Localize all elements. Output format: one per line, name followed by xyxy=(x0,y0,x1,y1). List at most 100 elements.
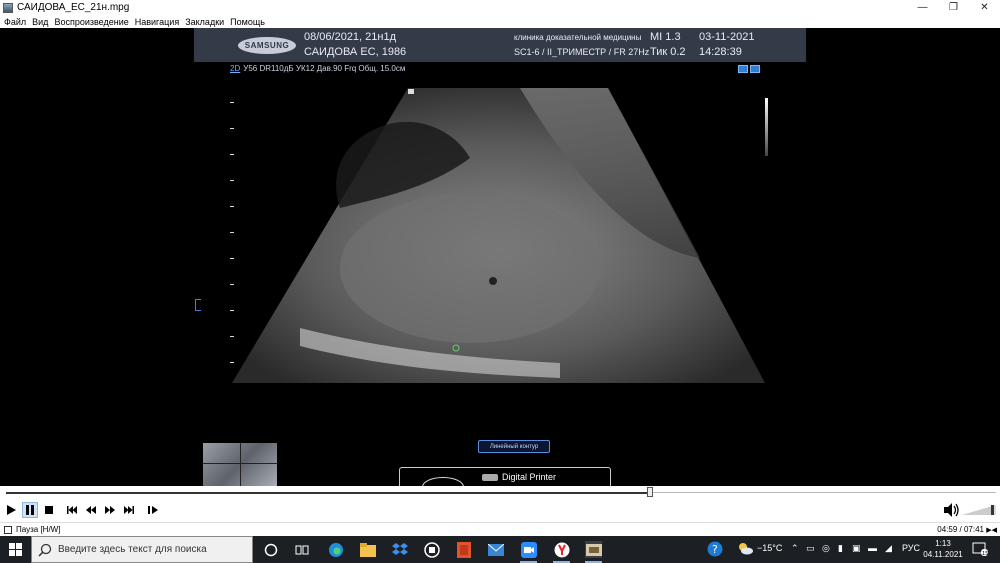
frame-step-icon xyxy=(148,506,158,514)
tray-icon-1[interactable]: ▭ xyxy=(806,543,815,554)
file-explorer-icon[interactable] xyxy=(359,541,376,558)
depth-scale xyxy=(230,102,236,372)
frame-step-button[interactable] xyxy=(145,502,161,518)
printer-label: Digital Printer xyxy=(502,472,557,482)
playback-controls xyxy=(0,498,1000,522)
tray-icon-2[interactable]: ◎ xyxy=(822,543,830,554)
skip-forward-icon xyxy=(124,506,134,514)
previous-button[interactable] xyxy=(64,502,80,518)
windows-taskbar: Введите здесь текст для поиска ? −15°C ⌃… xyxy=(0,536,1000,563)
video-frame[interactable]: SAMSUNG 08/06/2021, 21н1д САИДОВА ЕС, 19… xyxy=(0,28,1000,486)
status-bar: Пауза [H/W] 04:59 / 07:41 ▶◀ xyxy=(0,522,1000,536)
search-placeholder: Введите здесь текст для поиска xyxy=(58,544,207,555)
pause-button[interactable] xyxy=(22,502,38,518)
printer-panel: Digital Printer xyxy=(399,467,611,486)
stop-button[interactable] xyxy=(41,502,57,518)
rewind-button[interactable] xyxy=(83,502,99,518)
menu-view[interactable]: Вид xyxy=(32,17,48,27)
depth-tick xyxy=(230,180,234,181)
menu-file[interactable]: Файл xyxy=(4,17,26,27)
search-icon xyxy=(38,543,52,557)
close-button[interactable]: ✕ xyxy=(969,0,1000,15)
notification-center-icon[interactable]: 15 xyxy=(972,542,988,557)
fast-forward-icon xyxy=(105,506,115,514)
seek-played xyxy=(6,492,651,494)
thumbnail-image xyxy=(203,443,277,486)
windows-icon xyxy=(8,543,22,556)
depth-tick xyxy=(230,284,234,285)
printer-icon xyxy=(482,474,498,481)
tray-icon-3[interactable]: ▣ xyxy=(852,543,861,554)
printer-dial xyxy=(422,477,464,486)
depth-tick xyxy=(230,258,234,259)
minimize-button[interactable]: — xyxy=(907,0,938,15)
depth-tick xyxy=(230,336,234,337)
tray-chevron-icon[interactable]: ⌃ xyxy=(791,543,799,554)
speaker-icon xyxy=(944,503,959,517)
edge-icon[interactable] xyxy=(327,541,344,558)
menu-playback[interactable]: Воспроизведение xyxy=(54,17,128,27)
linear-contour-button: Линейный контур xyxy=(478,440,550,453)
maximize-button[interactable]: ❐ xyxy=(938,0,969,15)
app-circle-icon[interactable] xyxy=(423,541,440,558)
weather-icon[interactable] xyxy=(736,541,754,557)
depth-tick xyxy=(230,232,234,233)
rewind-icon xyxy=(86,506,96,514)
battery-icon[interactable]: ▬ xyxy=(868,543,877,553)
depth-tick xyxy=(230,362,234,363)
ultrasound-image xyxy=(232,88,765,383)
menu-help[interactable]: Помощь xyxy=(230,17,265,27)
taskbar-search[interactable]: Введите здесь текст для поиска xyxy=(31,536,253,563)
dropbox-icon[interactable] xyxy=(391,541,408,558)
depth-tick xyxy=(230,206,234,207)
task-view-icon[interactable] xyxy=(293,541,310,558)
start-button[interactable] xyxy=(0,536,30,563)
window-title: САИДОВА_ЕС_21н.mpg xyxy=(17,2,130,13)
menu-bar: Файл Вид Воспроизведение Навигация Закла… xyxy=(0,15,1000,28)
menu-navigation[interactable]: Навигация xyxy=(135,17,179,27)
depth-tick xyxy=(230,310,234,311)
play-button[interactable] xyxy=(3,502,19,518)
volume-slider[interactable] xyxy=(962,504,996,516)
media-player-window: САИДОВА_ЕС_21н.mpg — ❐ ✕ Файл Вид Воспро… xyxy=(0,0,1000,563)
network-icon[interactable]: ◢ xyxy=(885,543,892,554)
clock-time: 1:13 xyxy=(935,539,951,548)
zoom-icon[interactable] xyxy=(520,541,537,563)
focus-bracket xyxy=(195,299,201,311)
media-player-icon[interactable] xyxy=(585,541,602,563)
window-controls: — ❐ ✕ xyxy=(907,0,1000,15)
depth-tick xyxy=(230,102,234,103)
microphone-icon[interactable]: ▮ xyxy=(838,543,843,554)
yandex-browser-icon[interactable] xyxy=(553,541,570,563)
next-button[interactable] xyxy=(121,502,137,518)
office-icon[interactable] xyxy=(455,541,472,558)
skip-back-icon xyxy=(67,506,77,514)
title-bar: САИДОВА_ЕС_21н.mpg — ❐ ✕ xyxy=(0,0,1000,15)
app-icon xyxy=(3,2,13,13)
seek-bar[interactable] xyxy=(0,486,1000,498)
svg-text:?: ? xyxy=(712,543,718,556)
menu-bookmarks[interactable]: Закладки xyxy=(185,17,224,27)
pause-icon xyxy=(26,505,34,515)
clock-date: 04.11.2021 xyxy=(923,550,963,559)
status-icon xyxy=(4,526,12,534)
fast-forward-button[interactable] xyxy=(102,502,118,518)
play-icon xyxy=(7,505,16,515)
weather-text[interactable]: −15°C xyxy=(757,543,782,553)
mail-icon[interactable] xyxy=(487,541,504,558)
dark-spot xyxy=(489,277,497,285)
volume-button[interactable] xyxy=(942,502,960,518)
resize-grip-icon[interactable]: ▶◀ xyxy=(986,526,997,534)
stop-icon xyxy=(45,506,53,514)
taskbar-clock[interactable]: 1:13 04.11.2021 xyxy=(918,538,968,560)
grey-scale-bar xyxy=(765,98,768,156)
seek-thumb[interactable] xyxy=(647,487,654,497)
sector-marker xyxy=(408,89,414,94)
cortana-icon[interactable] xyxy=(262,541,279,558)
playback-status: Пауза [H/W] xyxy=(16,525,61,534)
notification-count: 15 xyxy=(982,551,988,556)
depth-tick xyxy=(230,154,234,155)
fetal-body-region xyxy=(340,193,600,343)
help-icon[interactable]: ? xyxy=(707,541,723,559)
depth-tick xyxy=(230,128,234,129)
